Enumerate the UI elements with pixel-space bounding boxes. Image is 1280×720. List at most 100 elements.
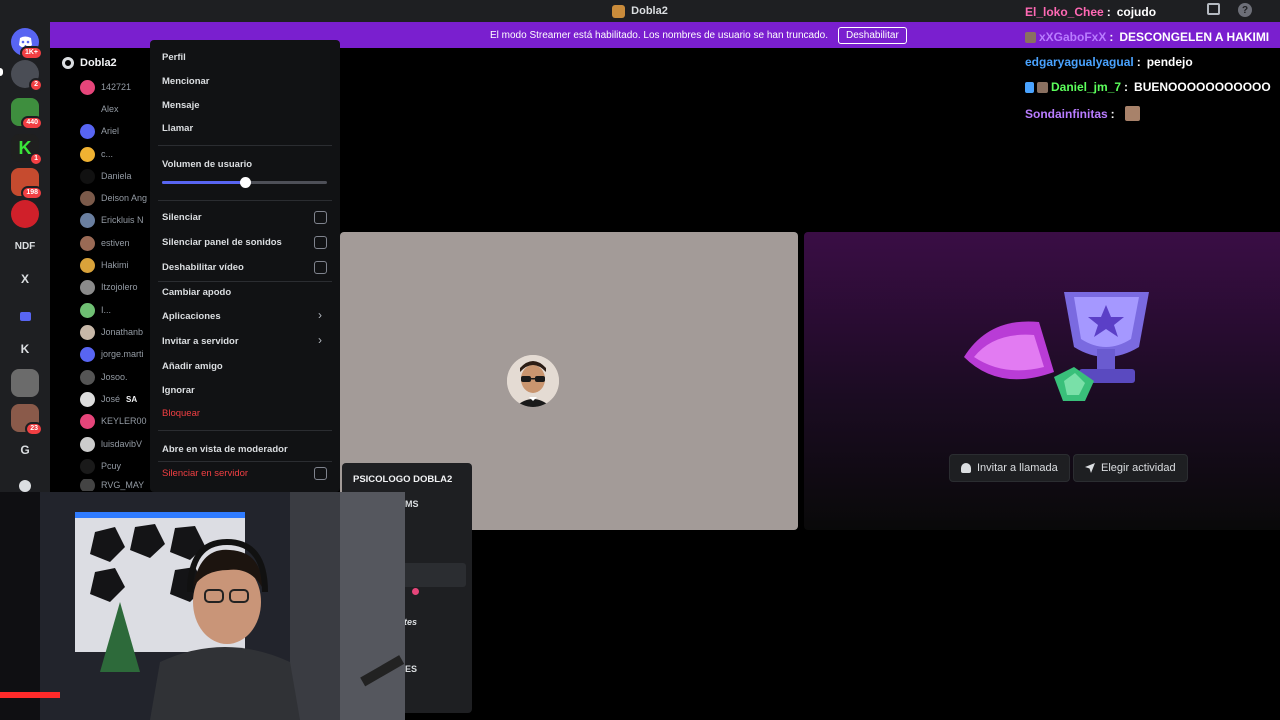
member-item[interactable]: jorge.marti (80, 345, 144, 363)
menu-item-mention[interactable]: Mencionar (162, 76, 210, 87)
member-item[interactable]: KEYLER00 (80, 412, 147, 430)
member-item[interactable]: I... (80, 301, 111, 319)
menu-item-profile[interactable]: Perfil (162, 52, 186, 63)
member-name: Deison Ang (101, 193, 148, 203)
server-x[interactable]: X (11, 265, 39, 293)
avatar (80, 413, 95, 429)
discord-home-icon[interactable]: 1K+ (11, 28, 43, 60)
member-item[interactable]: Hakimi (80, 256, 129, 274)
banner-text: El modo Streamer está habilitado. Los no… (490, 29, 828, 41)
menu-item-moderator-view[interactable]: Abre en vista de moderador (162, 444, 288, 455)
server-header[interactable]: Dobla2 (62, 57, 117, 69)
chat-user: Sondainfinitas (1025, 106, 1108, 121)
stream-chat-overlay: El_loko_Chee: cojudo xXGaboFxX: DESCONGE… (1018, 0, 1280, 130)
member-item[interactable]: RVG_MAY (80, 479, 144, 491)
menu-item-call[interactable]: Llamar (162, 123, 193, 134)
chat-sep: : (1109, 30, 1114, 44)
member-item[interactable]: 142721 (80, 78, 131, 96)
menu-item-server-mute[interactable]: Silenciar en servidor (162, 468, 248, 479)
member-item[interactable]: Erickluis N (80, 211, 144, 229)
menu-item-add-friend[interactable]: Añadir amigo (162, 361, 223, 372)
menu-item-disable-video[interactable]: Deshabilitar vídeo (162, 262, 244, 273)
user-volume-slider[interactable] (162, 177, 327, 188)
kick-server-icon[interactable]: K 1 (11, 134, 43, 166)
member-name: RVG_MAY (101, 480, 145, 490)
avatar (80, 79, 95, 95)
chat-message: xXGaboFxX: DESCONGELEN A HAKIMI (1025, 30, 1269, 44)
member-name: c... (101, 149, 114, 159)
menu-divider (158, 430, 332, 431)
slider-handle[interactable] (239, 177, 251, 188)
server-badge-2: 1 (29, 152, 43, 166)
member-name: Josoo. (101, 372, 128, 382)
menu-item-block[interactable]: Bloquear (162, 408, 200, 419)
member-item[interactable]: Ariel (80, 122, 119, 140)
status-dot (412, 588, 419, 595)
member-item[interactable]: luisdavibV (80, 435, 142, 453)
member-name: 142721 (101, 82, 132, 92)
streamer-webcam (0, 492, 405, 720)
menu-item-change-nickname[interactable]: Cambiar apodo (162, 287, 231, 298)
popout-highlight-row[interactable] (402, 563, 466, 587)
disable-video-checkbox[interactable] (314, 261, 327, 274)
member-name: jorge.marti (101, 349, 144, 359)
chat-badge-icon (1025, 31, 1036, 43)
member-name: Erickluis N (101, 215, 144, 225)
avatar (80, 279, 95, 295)
avatar (80, 235, 95, 251)
member-item[interactable]: Jonathanb (80, 323, 143, 341)
menu-divider (158, 145, 332, 146)
activity-tile: Invitar a llamada Elegir actividad (804, 232, 1280, 530)
server-rail: 1K+ 2 440 K 1 198 NDF X K 23 G (0, 22, 50, 492)
chevron-right-icon: › (318, 333, 322, 347)
menu-item-ignore[interactable]: Ignorar (162, 385, 195, 396)
dm-avatar-icon[interactable]: 2 (11, 60, 43, 92)
member-item[interactable]: Itzojolero (80, 278, 138, 296)
server-icon-1[interactable]: 440 (11, 98, 43, 130)
server-icon-3[interactable]: 198 (11, 168, 43, 200)
window-title-group: Dobla2 (612, 4, 668, 18)
choose-activity-button[interactable]: Elegir actividad (1073, 454, 1188, 482)
server-k[interactable]: K (11, 335, 39, 363)
popout-text-fragment: ES (405, 664, 418, 674)
member-item[interactable]: Josoo. (80, 368, 128, 386)
menu-item-mute[interactable]: Silenciar (162, 212, 202, 223)
participant-avatar (507, 355, 559, 407)
member-item[interactable]: Alex (80, 100, 119, 118)
server-icon-voice[interactable] (11, 369, 39, 397)
chat-sep: : (1136, 55, 1141, 69)
emote-icon (1124, 106, 1140, 121)
server-icon-avatar[interactable]: 23 (11, 404, 43, 436)
chevron-right-icon: › (318, 308, 322, 322)
invite-call-button[interactable]: Invitar a llamada (949, 454, 1070, 482)
chat-sep: : (1110, 106, 1115, 121)
menu-item-apps[interactable]: Aplicaciones (162, 311, 221, 322)
member-item[interactable]: Daniela (80, 167, 132, 185)
menu-item-invite-server[interactable]: Invitar a servidor (162, 336, 239, 347)
folder-icon[interactable] (11, 302, 39, 330)
menu-item-message[interactable]: Mensaje (162, 100, 200, 111)
spiderman-server-icon[interactable] (11, 200, 39, 228)
server-ndf[interactable]: NDF (11, 232, 39, 260)
avatar (80, 479, 95, 491)
avatar (80, 212, 95, 228)
server-g[interactable]: G (11, 436, 39, 464)
disable-streamer-button[interactable]: Deshabilitar (837, 26, 907, 44)
member-item[interactable]: c... (80, 145, 113, 163)
member-list: Dobla2 142721 Alex Ariel c... Daniela De… (50, 48, 150, 492)
mute-soundboard-checkbox[interactable] (314, 236, 327, 249)
avatar (80, 324, 95, 340)
server-mute-checkbox[interactable] (314, 467, 327, 480)
mute-checkbox[interactable] (314, 211, 327, 224)
member-item[interactable]: Pcuy (80, 457, 121, 475)
member-name: Itzojolero (101, 282, 138, 292)
server-badge-1: 440 (21, 116, 43, 130)
member-item[interactable]: José SA (80, 390, 137, 408)
choose-activity-label: Elegir actividad (1101, 462, 1176, 474)
server-name: Dobla2 (80, 57, 117, 69)
avatar (80, 101, 95, 117)
member-name: Pcuy (101, 461, 122, 471)
member-item[interactable]: estiven (80, 234, 130, 252)
member-item[interactable]: Deison Ang (80, 189, 147, 207)
menu-item-mute-soundboard[interactable]: Silenciar panel de sonidos (162, 237, 282, 248)
